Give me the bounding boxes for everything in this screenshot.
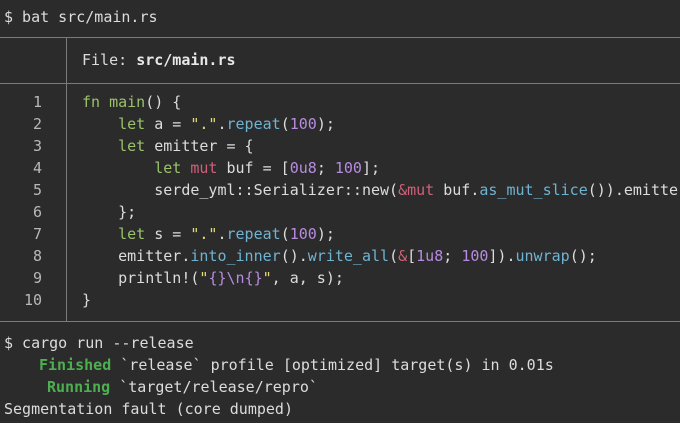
- code-line: emitter.into_inner().write_all(&[1u8; 10…: [82, 247, 597, 265]
- gutter-divider-header: [66, 37, 67, 83]
- line-number: 6: [32, 203, 42, 221]
- line-number: 2: [32, 115, 42, 133]
- status-running: Running: [47, 378, 111, 396]
- code-line: let a = ".".repeat(100);: [118, 115, 335, 133]
- code-line: let emitter = {: [118, 137, 254, 155]
- line-number: 5: [32, 181, 42, 199]
- line-number: 4: [32, 159, 42, 177]
- code-line: println!("{}\n{}", a, s);: [82, 269, 344, 287]
- finished-message: `release` profile [optimized] target(s) …: [111, 356, 554, 374]
- line-number: 10: [23, 291, 42, 309]
- file-name: src/main.rs: [136, 51, 236, 69]
- command-line-cargo: $ cargo run --release: [4, 334, 194, 352]
- file-label: File:: [82, 51, 137, 69]
- code-line: let s = ".".repeat(100);: [118, 225, 335, 243]
- segfault-message: Segmentation fault (core dumped): [4, 400, 293, 418]
- divider-header: [0, 83, 680, 84]
- code-line: fn main() {: [82, 93, 182, 111]
- code-line: };: [82, 203, 137, 221]
- cargo-finished-line: Finished `release` profile [optimized] t…: [39, 354, 554, 376]
- divider-top: [0, 37, 680, 38]
- file-header: File: src/main.rs: [82, 49, 236, 71]
- terminal-window[interactable]: $ bat src/main.rs File: src/main.rs 1 2 …: [0, 0, 680, 423]
- cargo-running-line: Running `target/release/repro`: [47, 376, 318, 398]
- divider-bottom: [0, 321, 680, 322]
- command-line-bat: $ bat src/main.rs: [4, 8, 158, 26]
- running-message: `target/release/repro`: [110, 378, 318, 396]
- status-finished: Finished: [39, 356, 112, 374]
- code-line: serde_yml::Serializer::new(&mut buf.as_m…: [82, 181, 680, 199]
- line-number: 9: [32, 269, 42, 287]
- line-number: 3: [32, 137, 42, 155]
- code-line: }: [82, 291, 92, 309]
- code-line: let mut buf = [0u8; 100];: [154, 159, 381, 177]
- line-number: 7: [32, 225, 42, 243]
- line-number: 1: [32, 93, 42, 111]
- gutter-divider-body: [66, 83, 67, 321]
- line-number: 8: [32, 247, 42, 265]
